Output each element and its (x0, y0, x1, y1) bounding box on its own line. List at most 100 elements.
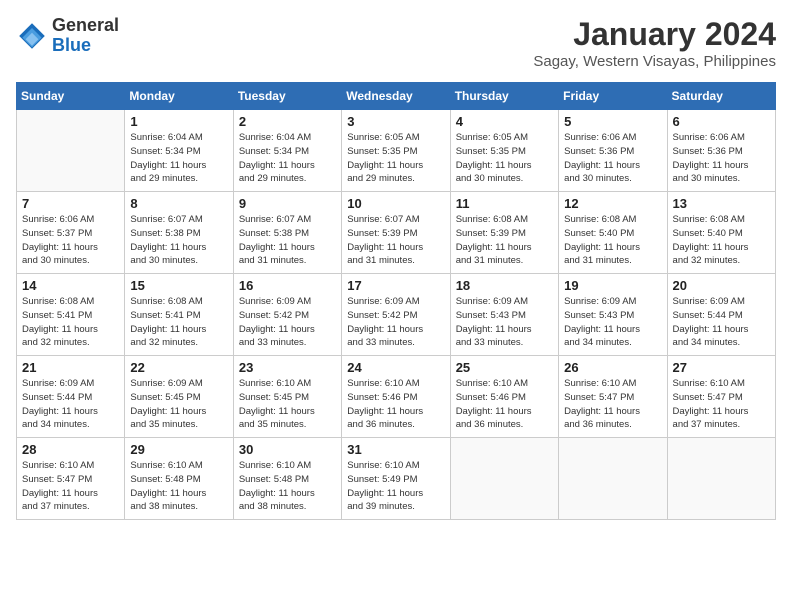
day-number: 9 (239, 196, 336, 211)
calendar-cell: 7Sunrise: 6:06 AM Sunset: 5:37 PM Daylig… (17, 192, 125, 274)
day-info: Sunrise: 6:10 AM Sunset: 5:47 PM Dayligh… (22, 459, 119, 514)
header-wednesday: Wednesday (342, 83, 450, 110)
calendar-cell: 2Sunrise: 6:04 AM Sunset: 5:34 PM Daylig… (233, 110, 341, 192)
calendar-cell: 10 Sunrise: 6:07 AM Sunset: 5:39 PM Dayli… (342, 192, 450, 274)
header-saturday: Saturday (667, 83, 775, 110)
calendar-cell: 25Sunrise: 6:10 AM Sunset: 5:46 PM Dayli… (450, 356, 558, 438)
calendar-cell: 4 Sunrise: 6:05 AM Sunset: 5:35 PM Daylig… (450, 110, 558, 192)
day-number: 26 (564, 360, 661, 375)
day-info: Sunrise: 6:10 AM Sunset: 5:46 PM Dayligh… (456, 377, 553, 432)
day-info: Sunrise: 6:07 AM Sunset: 5:38 PM Dayligh… (239, 213, 336, 268)
day-info: Sunrise: 6:10 AM Sunset: 5:45 PM Dayligh… (239, 377, 336, 432)
calendar-cell (450, 438, 558, 520)
header-friday: Friday (559, 83, 667, 110)
day-info: Sunrise: 6:09 AM Sunset: 5:44 PM Dayligh… (673, 295, 770, 350)
day-number: 6 (673, 114, 770, 129)
calendar-cell: 30Sunrise: 6:10 AM Sunset: 5:48 PM Dayli… (233, 438, 341, 520)
day-number: 19 (564, 278, 661, 293)
header-thursday: Thursday (450, 83, 558, 110)
day-info: Sunrise: 6:09 AM Sunset: 5:43 PM Dayligh… (456, 295, 553, 350)
calendar-cell: 14Sunrise: 6:08 AM Sunset: 5:41 PM Dayli… (17, 274, 125, 356)
day-info: Sunrise: 6:08 AM Sunset: 5:40 PM Dayligh… (564, 213, 661, 268)
day-number: 16 (239, 278, 336, 293)
calendar-week-2: 7Sunrise: 6:06 AM Sunset: 5:37 PM Daylig… (17, 192, 776, 274)
calendar-header-row: SundayMondayTuesdayWednesdayThursdayFrid… (17, 83, 776, 110)
calendar-cell: 29Sunrise: 6:10 AM Sunset: 5:48 PM Dayli… (125, 438, 233, 520)
calendar-cell: 6 Sunrise: 6:06 AM Sunset: 5:36 PM Daylig… (667, 110, 775, 192)
day-number: 21 (22, 360, 119, 375)
day-number: 12 (564, 196, 661, 211)
calendar-cell (17, 110, 125, 192)
day-info: Sunrise: 6:10 AM Sunset: 5:47 PM Dayligh… (564, 377, 661, 432)
calendar-cell: 24Sunrise: 6:10 AM Sunset: 5:46 PM Dayli… (342, 356, 450, 438)
day-number: 18 (456, 278, 553, 293)
calendar-cell: 11 Sunrise: 6:08 AM Sunset: 5:39 PM Dayli… (450, 192, 558, 274)
day-number: 23 (239, 360, 336, 375)
calendar-cell: 20 Sunrise: 6:09 AM Sunset: 5:44 PM Dayli… (667, 274, 775, 356)
calendar-cell: 5 Sunrise: 6:06 AM Sunset: 5:36 PM Daylig… (559, 110, 667, 192)
day-info: Sunrise: 6:07 AM Sunset: 5:38 PM Dayligh… (130, 213, 227, 268)
calendar-week-4: 21 Sunrise: 6:09 AM Sunset: 5:44 PM Dayli… (17, 356, 776, 438)
day-number: 15 (130, 278, 227, 293)
day-number: 4 (456, 114, 553, 129)
logo-icon (16, 20, 48, 52)
day-info: Sunrise: 6:08 AM Sunset: 5:41 PM Dayligh… (130, 295, 227, 350)
day-info: Sunrise: 6:08 AM Sunset: 5:41 PM Dayligh… (22, 295, 119, 350)
day-info: Sunrise: 6:06 AM Sunset: 5:36 PM Dayligh… (564, 131, 661, 186)
day-info: Sunrise: 6:07 AM Sunset: 5:39 PM Dayligh… (347, 213, 444, 268)
day-info: Sunrise: 6:06 AM Sunset: 5:37 PM Dayligh… (22, 213, 119, 268)
day-info: Sunrise: 6:10 AM Sunset: 5:48 PM Dayligh… (130, 459, 227, 514)
day-info: Sunrise: 6:05 AM Sunset: 5:35 PM Dayligh… (456, 131, 553, 186)
day-number: 10 (347, 196, 444, 211)
page-header: General Blue January 2024 Sagay, Western… (16, 16, 776, 70)
calendar-cell: 12 Sunrise: 6:08 AM Sunset: 5:40 PM Dayli… (559, 192, 667, 274)
day-info: Sunrise: 6:10 AM Sunset: 5:48 PM Dayligh… (239, 459, 336, 514)
calendar-cell: 16Sunrise: 6:09 AM Sunset: 5:42 PM Dayli… (233, 274, 341, 356)
calendar-week-5: 28 Sunrise: 6:10 AM Sunset: 5:47 PM Dayli… (17, 438, 776, 520)
header-monday: Monday (125, 83, 233, 110)
calendar-cell: 21 Sunrise: 6:09 AM Sunset: 5:44 PM Dayli… (17, 356, 125, 438)
calendar-cell: 22 Sunrise: 6:09 AM Sunset: 5:45 PM Dayli… (125, 356, 233, 438)
calendar-cell (559, 438, 667, 520)
calendar-cell: 13Sunrise: 6:08 AM Sunset: 5:40 PM Dayli… (667, 192, 775, 274)
day-number: 22 (130, 360, 227, 375)
header-tuesday: Tuesday (233, 83, 341, 110)
calendar-cell: 28 Sunrise: 6:10 AM Sunset: 5:47 PM Dayli… (17, 438, 125, 520)
day-info: Sunrise: 6:09 AM Sunset: 5:45 PM Dayligh… (130, 377, 227, 432)
logo: General Blue (16, 16, 119, 56)
day-number: 1 (130, 114, 227, 129)
day-info: Sunrise: 6:04 AM Sunset: 5:34 PM Dayligh… (130, 131, 227, 186)
day-number: 8 (130, 196, 227, 211)
calendar-cell: 9 Sunrise: 6:07 AM Sunset: 5:38 PM Daylig… (233, 192, 341, 274)
day-number: 24 (347, 360, 444, 375)
day-number: 5 (564, 114, 661, 129)
day-info: Sunrise: 6:09 AM Sunset: 5:42 PM Dayligh… (347, 295, 444, 350)
logo-text: General Blue (52, 16, 119, 56)
day-info: Sunrise: 6:09 AM Sunset: 5:44 PM Dayligh… (22, 377, 119, 432)
calendar-cell: 1 Sunrise: 6:04 AM Sunset: 5:34 PM Daylig… (125, 110, 233, 192)
calendar-cell: 26 Sunrise: 6:10 AM Sunset: 5:47 PM Dayli… (559, 356, 667, 438)
day-number: 28 (22, 442, 119, 457)
day-number: 27 (673, 360, 770, 375)
day-number: 20 (673, 278, 770, 293)
day-number: 31 (347, 442, 444, 457)
day-info: Sunrise: 6:08 AM Sunset: 5:40 PM Dayligh… (673, 213, 770, 268)
calendar-cell: 31 Sunrise: 6:10 AM Sunset: 5:49 PM Dayli… (342, 438, 450, 520)
day-info: Sunrise: 6:06 AM Sunset: 5:36 PM Dayligh… (673, 131, 770, 186)
day-info: Sunrise: 6:04 AM Sunset: 5:34 PM Dayligh… (239, 131, 336, 186)
calendar-table: SundayMondayTuesdayWednesdayThursdayFrid… (16, 82, 776, 520)
day-number: 3 (347, 114, 444, 129)
day-info: Sunrise: 6:08 AM Sunset: 5:39 PM Dayligh… (456, 213, 553, 268)
day-info: Sunrise: 6:10 AM Sunset: 5:47 PM Dayligh… (673, 377, 770, 432)
day-info: Sunrise: 6:10 AM Sunset: 5:49 PM Dayligh… (347, 459, 444, 514)
calendar-week-3: 14Sunrise: 6:08 AM Sunset: 5:41 PM Dayli… (17, 274, 776, 356)
calendar-cell: 23 Sunrise: 6:10 AM Sunset: 5:45 PM Dayli… (233, 356, 341, 438)
day-number: 11 (456, 196, 553, 211)
calendar-cell (667, 438, 775, 520)
calendar-cell: 17Sunrise: 6:09 AM Sunset: 5:42 PM Dayli… (342, 274, 450, 356)
day-info: Sunrise: 6:05 AM Sunset: 5:35 PM Dayligh… (347, 131, 444, 186)
calendar-cell: 3 Sunrise: 6:05 AM Sunset: 5:35 PM Daylig… (342, 110, 450, 192)
calendar-cell: 19Sunrise: 6:09 AM Sunset: 5:43 PM Dayli… (559, 274, 667, 356)
location-subtitle: Sagay, Western Visayas, Philippines (533, 53, 776, 70)
header-sunday: Sunday (17, 83, 125, 110)
